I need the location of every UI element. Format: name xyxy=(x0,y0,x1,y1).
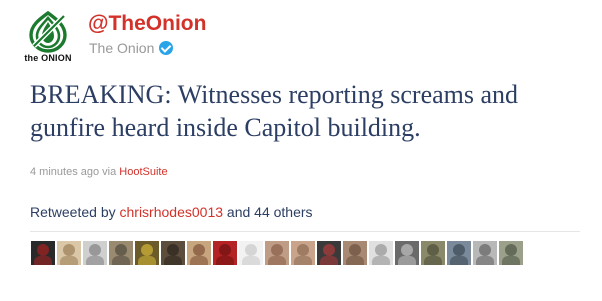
tweet-timestamp[interactable]: 4 minutes ago xyxy=(30,166,99,178)
retweeter-avatar[interactable] xyxy=(317,241,341,265)
avatar-shoulders xyxy=(502,256,520,265)
avatar-face xyxy=(505,244,517,256)
tweet-meta: 4 minutes ago via HootSuite xyxy=(30,166,168,178)
retweeter-avatar[interactable] xyxy=(83,241,107,265)
avatar-shoulders xyxy=(424,256,442,265)
retweeter-avatar[interactable] xyxy=(447,241,471,265)
retweeter-avatar[interactable] xyxy=(291,241,315,265)
user-handle-link[interactable]: @TheOnion xyxy=(88,12,206,36)
retweeter-avatar[interactable] xyxy=(57,241,81,265)
avatar-face xyxy=(245,244,257,256)
retweeter-avatar-list xyxy=(31,241,525,265)
avatar-face xyxy=(427,244,439,256)
retweeter-avatar[interactable] xyxy=(473,241,497,265)
retweet-summary: Retweeted by chrisrhodes0013 and 44 othe… xyxy=(30,204,313,220)
avatar-face xyxy=(271,244,283,256)
avatar-face xyxy=(141,244,153,256)
retweeter-avatar[interactable] xyxy=(213,241,237,265)
display-name-text: The Onion xyxy=(89,40,155,56)
avatar-shoulders xyxy=(294,256,312,265)
divider xyxy=(30,231,580,232)
avatar-shoulders xyxy=(86,256,104,265)
avatar-shoulders xyxy=(476,256,494,265)
retweeter-avatar[interactable] xyxy=(499,241,523,265)
avatar-face xyxy=(479,244,491,256)
avatar-shoulders xyxy=(60,256,78,265)
retweeter-avatar[interactable] xyxy=(239,241,263,265)
retweeter-avatar[interactable] xyxy=(395,241,419,265)
avatar-shoulders xyxy=(320,256,338,265)
display-name: The Onion xyxy=(89,40,174,56)
via-label: via xyxy=(102,166,117,178)
retweeter-avatar[interactable] xyxy=(109,241,133,265)
avatar-shoulders xyxy=(372,256,390,265)
avatar-shoulders xyxy=(190,256,208,265)
avatar-face xyxy=(401,244,413,256)
verified-badge-icon xyxy=(159,41,174,55)
retweeter-avatar[interactable] xyxy=(135,241,159,265)
avatar-face xyxy=(375,244,387,256)
avatar-shoulders xyxy=(112,256,130,265)
avatar-face xyxy=(89,244,101,256)
avatar-face xyxy=(453,244,465,256)
avatar-face xyxy=(297,244,309,256)
avatar-shoulders xyxy=(268,256,286,265)
logo-wordmark: the ONION xyxy=(24,53,72,63)
retweeter-avatar[interactable] xyxy=(187,241,211,265)
retweeter-link[interactable]: chrisrhodes0013 xyxy=(120,204,224,220)
the-onion-logo[interactable]: the ONION xyxy=(20,10,76,66)
avatar-face xyxy=(323,244,335,256)
avatar-face xyxy=(219,244,231,256)
avatar-shoulders xyxy=(450,256,468,265)
avatar-face xyxy=(63,244,75,256)
retweeter-avatar[interactable] xyxy=(369,241,393,265)
avatar-face xyxy=(37,244,49,256)
retweeter-avatar[interactable] xyxy=(161,241,185,265)
avatar-face xyxy=(193,244,205,256)
avatar-shoulders xyxy=(398,256,416,265)
avatar-shoulders xyxy=(34,256,52,265)
avatar-shoulders xyxy=(164,256,182,265)
avatar-face xyxy=(115,244,127,256)
tweet-text: BREAKING: Witnesses reporting screams an… xyxy=(30,80,519,142)
avatar-shoulders xyxy=(138,256,156,265)
avatar-shoulders xyxy=(346,256,364,265)
retweeted-by-label: Retweeted by xyxy=(30,204,116,220)
avatar-face xyxy=(349,244,361,256)
onion-logo-icon xyxy=(29,10,67,53)
retweeter-avatar[interactable] xyxy=(31,241,55,265)
retweet-others-count[interactable]: and 44 others xyxy=(227,204,313,220)
retweeter-avatar[interactable] xyxy=(265,241,289,265)
avatar-shoulders xyxy=(216,256,234,265)
source-link[interactable]: HootSuite xyxy=(119,166,167,178)
retweeter-avatar[interactable] xyxy=(421,241,445,265)
retweeter-avatar[interactable] xyxy=(343,241,367,265)
avatar-face xyxy=(167,244,179,256)
avatar-shoulders xyxy=(242,256,260,265)
